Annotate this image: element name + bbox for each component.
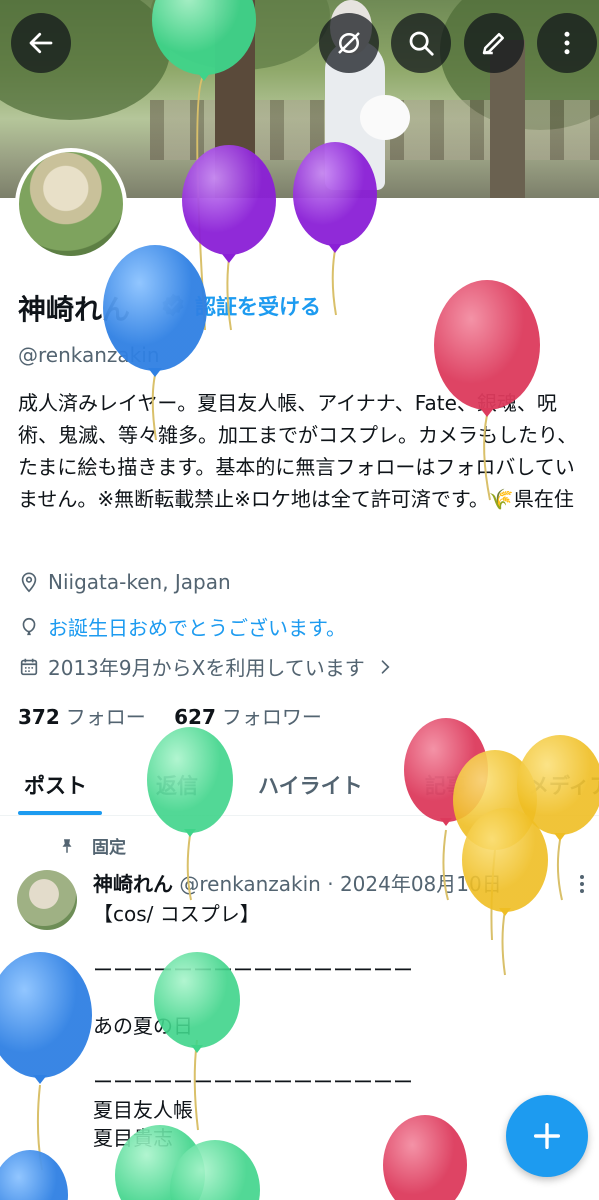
post-more-icon[interactable] — [574, 872, 590, 896]
tab-articles[interactable]: 記事 — [425, 770, 467, 800]
back-arrow-icon — [29, 32, 53, 54]
tab-replies[interactable]: 返信 — [156, 770, 198, 800]
grok-button[interactable] — [319, 13, 379, 73]
location-text: Niigata-ken, Japan — [48, 570, 231, 594]
profile-bio: 成人済みレイヤー。夏目友人帳、アイナナ、Fate、銀魂、呪術、鬼滅、等々雑多。加… — [18, 391, 578, 511]
birthday-text[interactable]: お誕生日おめでとうございます。 — [48, 612, 346, 641]
tab-highlights[interactable]: ハイライト — [258, 770, 363, 800]
chevron-right-icon — [381, 659, 390, 674]
followers-label: フォロワー — [221, 705, 322, 729]
grok-icon — [338, 32, 360, 54]
back-button[interactable] — [11, 13, 71, 73]
calendar-icon — [20, 658, 38, 675]
post-date[interactable]: 2024年08月10日 — [340, 872, 502, 896]
more-button[interactable] — [537, 13, 597, 73]
joined-row[interactable]: 2013年9月からXを利用しています — [18, 652, 395, 681]
pin-icon — [62, 838, 72, 853]
location-pin-icon — [21, 572, 37, 593]
more-vertical-icon — [564, 31, 570, 55]
profile-tabs: ポスト 返信 ハイライト 記事 メディア — [0, 755, 599, 816]
search-button[interactable] — [391, 13, 451, 73]
balloon-icon — [22, 617, 36, 635]
edit-button[interactable] — [464, 13, 524, 73]
post-separator: · — [327, 872, 334, 896]
balloon-blue-2 — [0, 952, 92, 1171]
post-handle[interactable]: @renkanzakin — [179, 872, 321, 896]
edit-icon — [482, 33, 504, 55]
following-label: フォロー — [65, 705, 146, 729]
birthday-row[interactable]: お誕生日おめでとうございます。 — [18, 612, 346, 641]
balloon-blue-3 — [0, 1150, 68, 1200]
post-avatar[interactable] — [17, 870, 77, 930]
follow-counts: 372 フォロー 627 フォロワー — [18, 701, 322, 730]
following-link[interactable]: 372 フォロー — [18, 705, 146, 729]
followers-link[interactable]: 627 フォロワー — [174, 705, 322, 729]
followers-count: 627 — [174, 705, 216, 729]
pinned-label: 固定 — [92, 838, 126, 858]
location-row: Niigata-ken, Japan — [18, 570, 231, 594]
plus-icon — [533, 1122, 561, 1150]
post-text[interactable]: 【cos/ コスプレ】 ーーーーーーーーーーーーーーーー あの夏の日 ーーーーー… — [93, 900, 413, 1152]
post-author[interactable]: 神崎れん — [93, 872, 173, 896]
tab-media[interactable]: メディア — [528, 770, 599, 800]
search-icon — [409, 31, 434, 56]
compose-post-button[interactable] — [506, 1095, 588, 1177]
following-count: 372 — [18, 705, 60, 729]
profile-handle: @renkanzakin — [18, 343, 160, 367]
profile-avatar[interactable] — [15, 148, 127, 260]
pinned-row: 固定 — [58, 833, 126, 858]
active-tab-indicator — [18, 811, 102, 815]
post-header: 神崎れん @renkanzakin · 2024年08月10日 — [93, 868, 502, 897]
profile-name: 神崎れん — [18, 293, 131, 326]
joined-text: 2013年9月からXを利用しています — [48, 656, 365, 680]
verified-badge-icon — [162, 293, 184, 317]
tab-posts[interactable]: ポスト — [24, 770, 87, 800]
get-verified-link[interactable]: 認証を受ける — [195, 291, 321, 321]
